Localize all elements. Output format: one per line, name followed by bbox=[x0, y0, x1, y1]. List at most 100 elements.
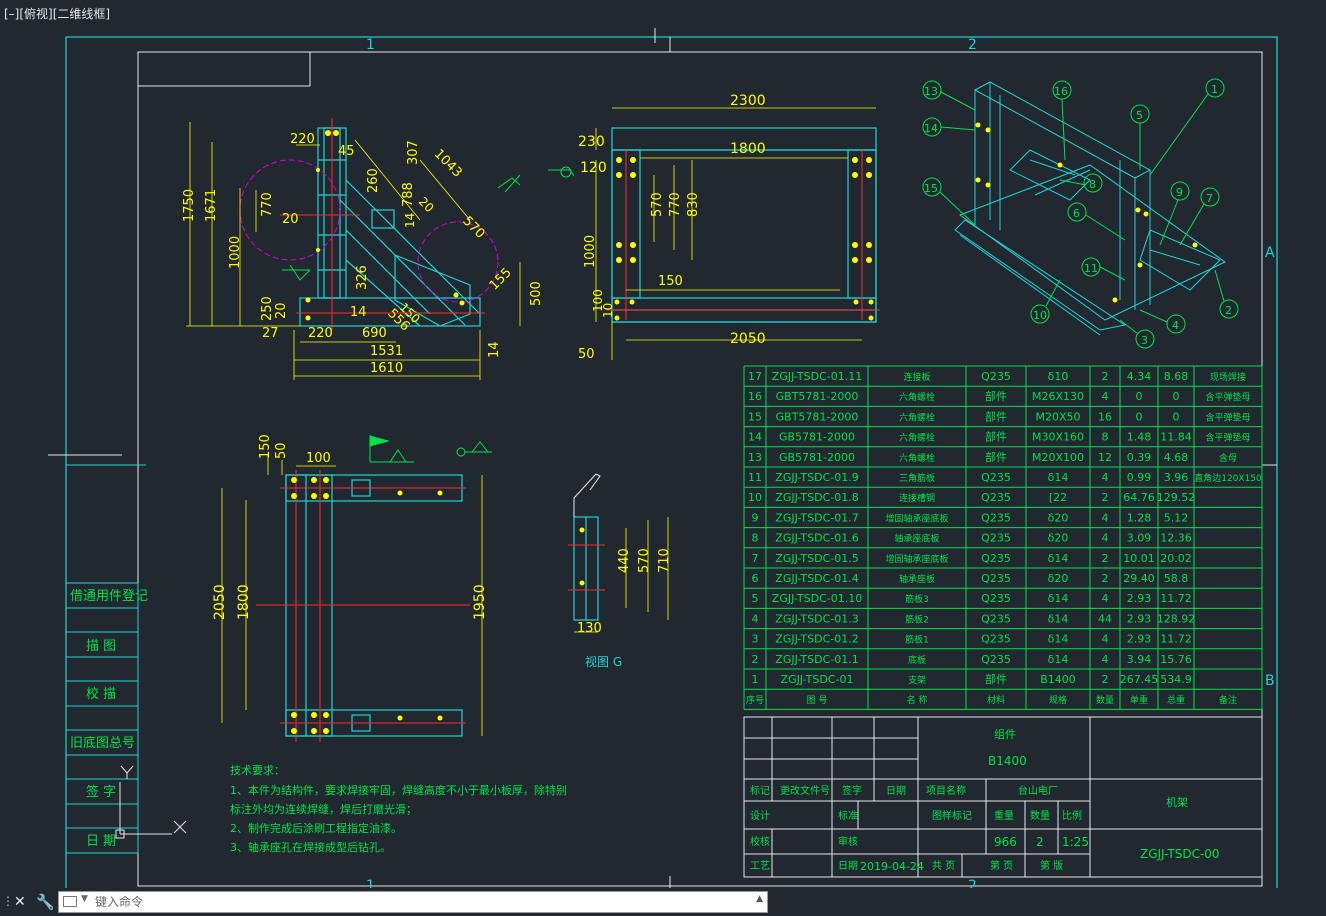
bom-cell: 六角螺栓 bbox=[899, 452, 935, 464]
bom-cell: 含平弹垫母 bbox=[1205, 432, 1250, 444]
bom-cell: 16 bbox=[748, 390, 762, 403]
bom-cell: [22 bbox=[1049, 491, 1067, 504]
bom-cell: 1.48 bbox=[1127, 431, 1152, 444]
bom-cell: M30X160 bbox=[1032, 431, 1084, 444]
bom-cell: Q235 bbox=[981, 491, 1011, 504]
balloon-16: 16 bbox=[1054, 85, 1068, 98]
bom-cell: 0.99 bbox=[1127, 471, 1152, 484]
bom-cell: 含母 bbox=[1219, 452, 1237, 464]
dim-f-770: 770 bbox=[668, 192, 683, 217]
bom-cell: δ10 bbox=[1048, 370, 1069, 383]
command-line-bar: ⋮ ✕ 🔧 ▼ ▲ bbox=[0, 888, 1326, 916]
bom-cell: GB5781-2000 bbox=[779, 451, 855, 464]
bom-cell: 3.09 bbox=[1127, 532, 1152, 545]
bom-cell: M20X50 bbox=[1035, 410, 1080, 423]
grip-handle-icon[interactable]: ⋮ bbox=[2, 894, 14, 910]
bom-cell: 六角螺栓 bbox=[899, 391, 935, 403]
bom-cell: δ14 bbox=[1048, 633, 1069, 646]
bom-cell: ZGJJ-TSDC-01.10 bbox=[772, 592, 862, 605]
bom-cell: 129.52 bbox=[1157, 491, 1196, 504]
bom-cell: 12 bbox=[1098, 451, 1112, 464]
dim-l-14c: 14 bbox=[487, 341, 502, 358]
tb-r1-2: 签字 bbox=[842, 784, 862, 797]
bom-cell: ZGJJ-TSDC-01.2 bbox=[775, 633, 858, 646]
tb-drawing-no: ZGJJ-TSDC-00 bbox=[1140, 847, 1220, 861]
dim-l-14a: 14 bbox=[403, 213, 417, 228]
bom-cell: 增固轴承座底板 bbox=[885, 512, 948, 524]
chevron-up-icon[interactable]: ▲ bbox=[756, 894, 763, 904]
bom-cell: 0.39 bbox=[1127, 451, 1152, 464]
dim-l-250: 250 bbox=[260, 296, 275, 321]
view-g-dims: 440 570 710 130 bbox=[577, 548, 672, 636]
zone-row-a: A bbox=[1265, 245, 1275, 261]
dim-l-1750: 1750 bbox=[182, 189, 197, 222]
dim-f-1000: 1000 bbox=[583, 235, 598, 268]
bom-header-cell: 材料 bbox=[987, 694, 1005, 706]
balloon-10: 10 bbox=[1033, 309, 1047, 322]
tb-r1-1: 更改文件号 bbox=[780, 784, 830, 797]
dim-p-150: 150 bbox=[258, 434, 273, 459]
dim-l-155: 155 bbox=[487, 265, 515, 293]
bom-cell: 6 bbox=[752, 572, 759, 585]
dim-l-45: 45 bbox=[338, 144, 355, 159]
close-icon[interactable]: ✕ bbox=[14, 894, 26, 910]
tb-review: 审核 bbox=[838, 835, 858, 848]
bom-cell: 支架 bbox=[908, 674, 926, 686]
balloon-numbers: 13 14 15 16 5 1 8 9 7 6 11 10 3 4 2 bbox=[924, 83, 1232, 347]
bom-cell: GBT5781-2000 bbox=[776, 410, 859, 423]
chevron-down-icon[interactable]: ▼ bbox=[81, 894, 88, 904]
bom-cell: 增固轴承座底板 bbox=[885, 553, 948, 565]
stamp-label-3: 旧底图总号 bbox=[70, 735, 135, 751]
bom-cell: M20X100 bbox=[1032, 451, 1084, 464]
tech-notes-title: 技术要求： bbox=[230, 764, 285, 777]
bom-cell: 12.36 bbox=[1160, 532, 1192, 545]
dim-l-770: 770 bbox=[260, 192, 275, 217]
bom-cell: ZGJJ-TSDC-01.5 bbox=[775, 552, 858, 565]
tech-notes-line-1: 1、本件为结构件，要求焊接牢固，焊缝高度不小于最小板厚，除特别 bbox=[230, 783, 567, 797]
bom-cell: Q235 bbox=[981, 592, 1011, 605]
stamp-label-2: 校 描 bbox=[86, 686, 116, 702]
bom-cell: 部件 bbox=[985, 389, 1007, 403]
tb-stdmark: 图样标记 bbox=[932, 809, 972, 822]
dim-l-27: 27 bbox=[262, 326, 279, 341]
view-g-label: 视图 G bbox=[585, 654, 622, 669]
command-input[interactable] bbox=[95, 893, 735, 911]
bom-cell: Q235 bbox=[981, 471, 1011, 484]
tech-notes-line-4: 3、轴承座孔在焊接成型后钻孔。 bbox=[230, 840, 391, 854]
bom-cell: 64.76 bbox=[1123, 491, 1155, 504]
stamp-label-1: 描 图 bbox=[86, 639, 116, 654]
tb-r1-3: 日期 bbox=[886, 785, 906, 797]
dim-p-50: 50 bbox=[274, 442, 289, 459]
bom-cell: 4 bbox=[1102, 633, 1109, 646]
bom-cell: 现场焊接 bbox=[1210, 371, 1246, 383]
tb-std: 标准 bbox=[838, 810, 858, 822]
bom-cell: GBT5781-2000 bbox=[776, 390, 859, 403]
balloon-13: 13 bbox=[924, 85, 938, 98]
title-block-text: 组件 B1400 标记 更改文件号 签字 日期 项目名称 台山电厂 机架 设计 … bbox=[750, 727, 1220, 873]
bom-cell: 4 bbox=[752, 612, 759, 625]
bom-cell: B1400 bbox=[1040, 673, 1076, 686]
bom-cell: Q235 bbox=[981, 532, 1011, 545]
bom-cell: δ14 bbox=[1048, 471, 1069, 484]
viewport-controls-label[interactable]: [–][俯视][二维线框] bbox=[4, 5, 110, 22]
dim-l-1531: 1531 bbox=[370, 344, 403, 359]
dim-l-690: 690 bbox=[362, 326, 387, 341]
bom-cell: 连接板 bbox=[903, 371, 930, 383]
balloon-2: 2 bbox=[1225, 304, 1232, 317]
drawing-canvas[interactable]: 1 2 1 2 A B 借通用件登记 描 图 校 描 旧底图总号 签 字 日 期 bbox=[0, 0, 1326, 916]
balloon-7: 7 bbox=[1206, 192, 1213, 205]
command-history-icon[interactable] bbox=[63, 896, 77, 907]
dim-f-2300: 2300 bbox=[730, 93, 766, 109]
bom-cell: ZGJJ-TSDC-01.4 bbox=[775, 572, 858, 585]
bom-header-cell: 总重 bbox=[1167, 694, 1185, 706]
bom-cell: 连接槽钢 bbox=[899, 492, 935, 504]
bom-cell: 7 bbox=[752, 552, 759, 565]
tb-part-name: 机架 bbox=[1166, 795, 1188, 809]
dim-f-120: 120 bbox=[580, 160, 607, 176]
dim-l-1671: 1671 bbox=[204, 189, 219, 222]
bom-cell: 4.34 bbox=[1127, 370, 1152, 383]
command-input-box[interactable]: ▼ ▲ bbox=[58, 891, 768, 913]
tb-version: 第 版 bbox=[1040, 859, 1063, 872]
wrench-icon[interactable]: 🔧 bbox=[36, 893, 55, 911]
balloon-9: 9 bbox=[1176, 186, 1183, 199]
